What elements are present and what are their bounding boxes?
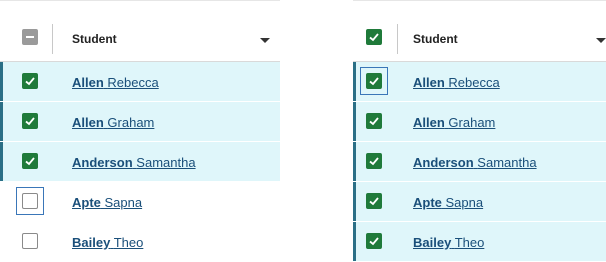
table-header: Student (0, 0, 280, 62)
table-header: Student (353, 0, 606, 62)
checkmark-icon (369, 33, 379, 42)
checkmark-icon (25, 157, 35, 166)
student-name-link[interactable]: Allen Rebecca (72, 75, 159, 90)
select-all-checkbox[interactable] (366, 29, 382, 45)
row-checkbox[interactable] (22, 73, 38, 89)
minus-icon (26, 36, 34, 38)
row-checkbox[interactable] (366, 153, 382, 169)
student-table-right: Student Allen Rebecca Allen Graham Ander… (353, 0, 606, 262)
student-name-link[interactable]: Bailey Theo (72, 235, 143, 250)
student-name-link[interactable]: Apte Sapna (413, 195, 483, 210)
row-checkbox[interactable] (366, 73, 382, 89)
column-header-student[interactable]: Student (413, 32, 458, 46)
row-checkbox[interactable] (22, 153, 38, 169)
table-row[interactable]: Apte Sapna (0, 182, 280, 222)
select-all-checkbox[interactable] (22, 29, 38, 45)
table-row[interactable]: Anderson Samantha (0, 142, 280, 182)
student-name-link[interactable]: Allen Rebecca (413, 75, 500, 90)
header-divider (397, 24, 398, 54)
student-name-link[interactable]: Bailey Theo (413, 235, 484, 250)
student-name-link[interactable]: Apte Sapna (72, 195, 142, 210)
student-name-link[interactable]: Anderson Samantha (413, 155, 537, 170)
row-checkbox[interactable] (366, 233, 382, 249)
student-name-link[interactable]: Anderson Samantha (72, 155, 196, 170)
column-header-student[interactable]: Student (72, 32, 117, 46)
caret-down-icon[interactable] (596, 38, 606, 43)
table-row[interactable]: Allen Rebecca (0, 62, 280, 102)
student-name-link[interactable]: Allen Graham (413, 115, 495, 130)
row-checkbox[interactable] (366, 193, 382, 209)
table-row[interactable]: Allen Rebecca (353, 62, 606, 102)
checkmark-icon (369, 237, 379, 246)
student-table-left: Student Allen Rebecca Allen Graham Ander… (0, 0, 280, 262)
table-row[interactable]: Bailey Theo (0, 222, 280, 262)
row-checkbox[interactable] (22, 233, 38, 249)
checkmark-icon (369, 77, 379, 86)
table-row[interactable]: Anderson Samantha (353, 142, 606, 182)
row-checkbox[interactable] (366, 113, 382, 129)
caret-down-icon[interactable] (260, 38, 270, 43)
checkmark-icon (369, 157, 379, 166)
checkmark-icon (369, 197, 379, 206)
row-checkbox[interactable] (22, 113, 38, 129)
checkmark-icon (369, 117, 379, 126)
student-name-link[interactable]: Allen Graham (72, 115, 154, 130)
table-row[interactable]: Apte Sapna (353, 182, 606, 222)
table-row[interactable]: Allen Graham (353, 102, 606, 142)
header-divider (52, 24, 53, 54)
table-row[interactable]: Bailey Theo (353, 222, 606, 262)
table-row[interactable]: Allen Graham (0, 102, 280, 142)
row-checkbox[interactable] (22, 193, 38, 209)
checkmark-icon (25, 117, 35, 126)
checkmark-icon (25, 77, 35, 86)
